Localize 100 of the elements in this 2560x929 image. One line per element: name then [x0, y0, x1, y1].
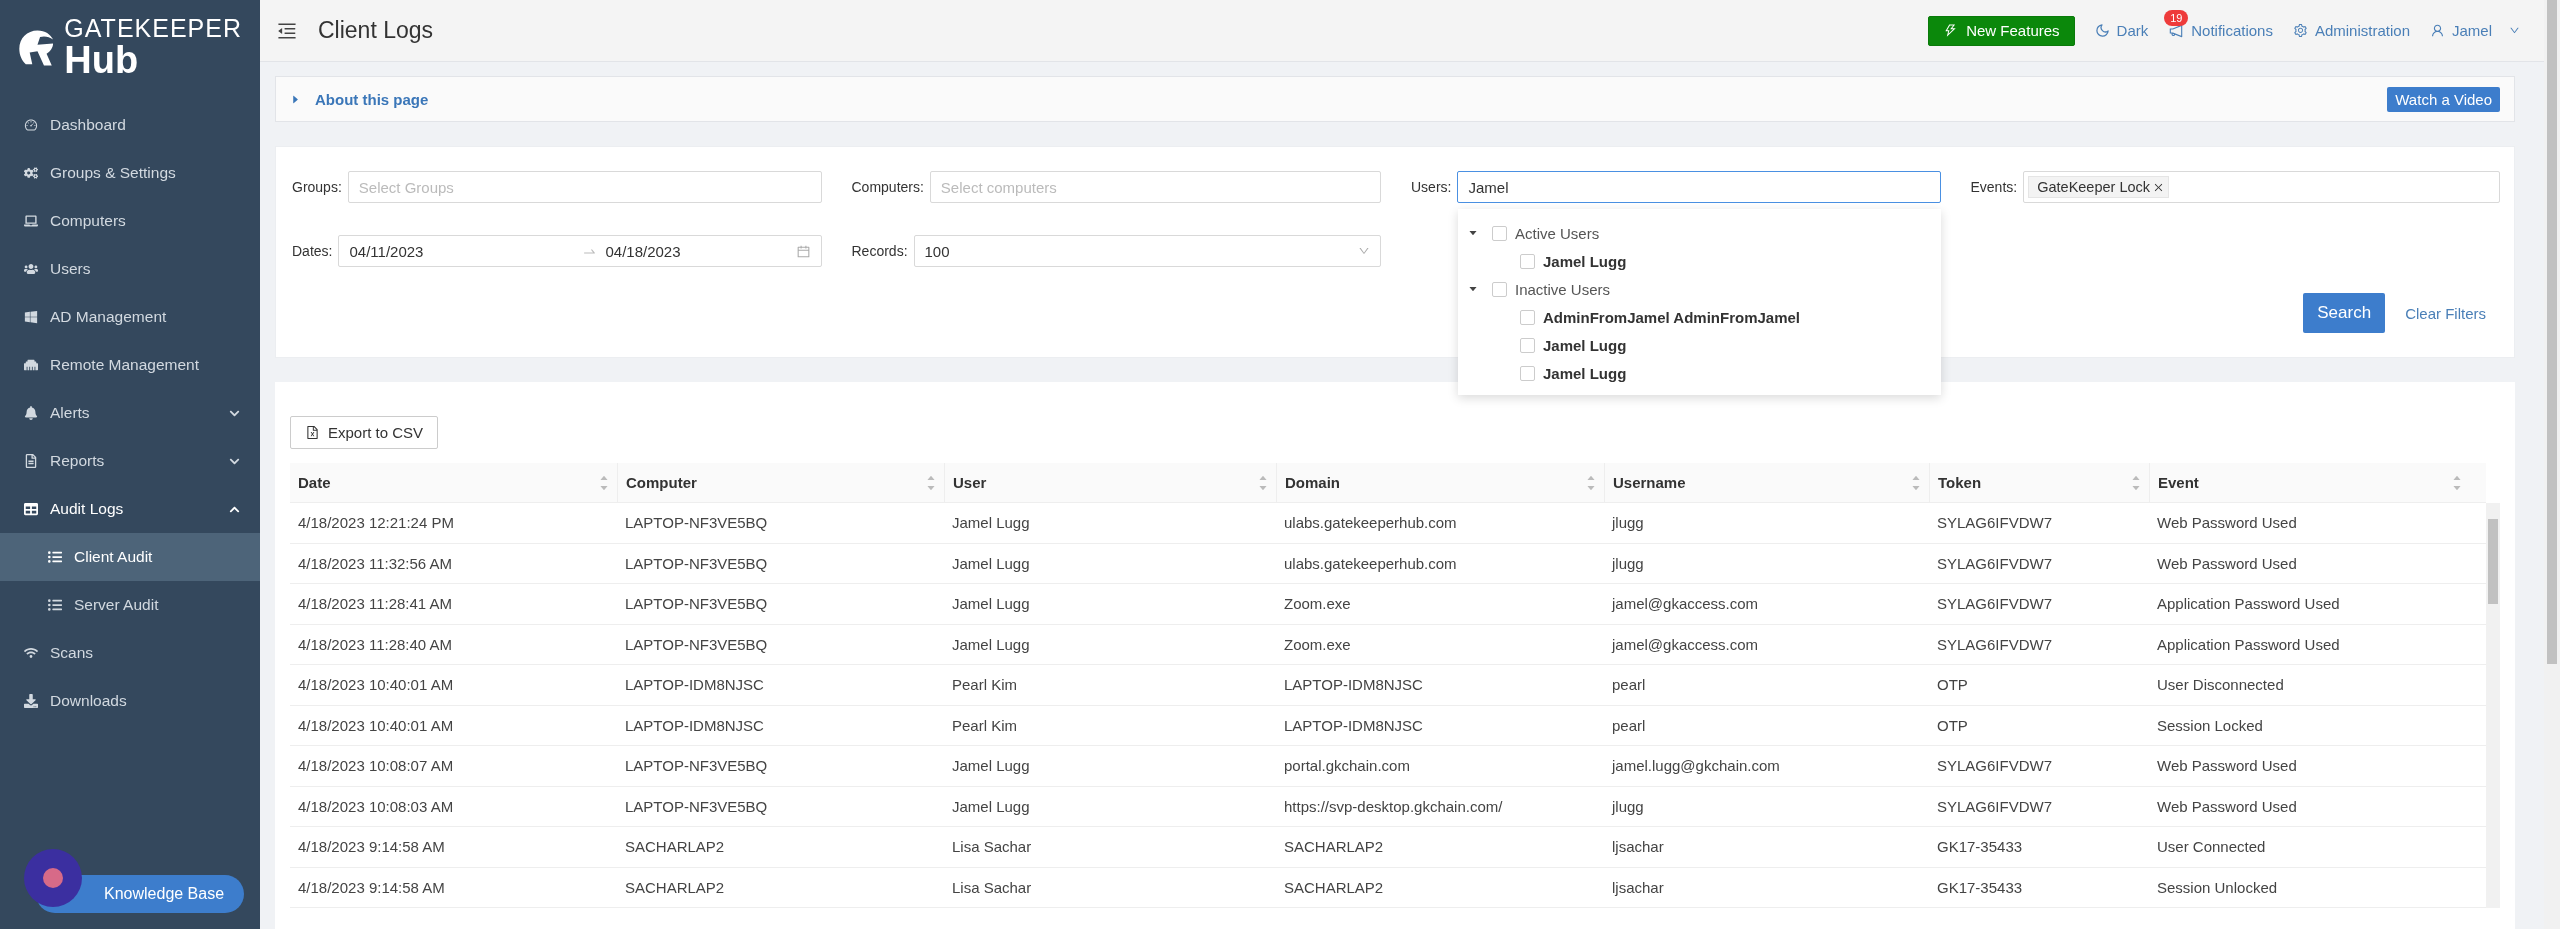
user-search-field[interactable]: Jamel — [1457, 171, 1941, 203]
sidebar-item[interactable]: Remote Management — [0, 341, 260, 389]
table-cell: jamel@gkaccess.com — [1604, 584, 1929, 625]
chevron-icon — [2509, 25, 2520, 36]
column-header[interactable]: Computer — [617, 463, 944, 503]
table-cell: Jamel Lugg — [944, 786, 1276, 827]
caret-icon[interactable] — [1468, 228, 1478, 238]
column-header[interactable]: Token — [1929, 463, 2149, 503]
table-cell: LAPTOP-NF3VE5BQ — [617, 746, 944, 787]
checkbox[interactable] — [1492, 281, 1507, 297]
sidebar-item[interactable]: Alerts — [0, 389, 260, 437]
gears-icon — [24, 166, 38, 180]
field-label: Dates: — [292, 243, 333, 259]
page-scrollbar[interactable] — [2544, 0, 2560, 929]
watch-video-button[interactable]: Watch a Video — [2387, 86, 2500, 112]
table-cell: LAPTOP-NF3VE5BQ — [617, 584, 944, 625]
sidebar-subitem[interactable]: Server Audit — [0, 581, 260, 629]
table-cell: OTP — [1929, 705, 2149, 746]
table-cell: pearl — [1604, 705, 1929, 746]
table-cell: SYLAG6IFVDW7 — [1929, 746, 2149, 787]
checkbox[interactable] — [1520, 309, 1535, 325]
table-icon — [24, 502, 38, 516]
table-cell: GK17-35433 — [1929, 867, 2149, 908]
field-label: Computers: — [851, 179, 924, 195]
events-field[interactable]: GateKeeper Lock — [2023, 171, 2500, 203]
table-cell: ulabs.gatekeeperhub.com — [1276, 503, 1604, 544]
table-cell: Jamel Lugg — [944, 624, 1276, 665]
user-icon — [2430, 23, 2445, 38]
column-header[interactable]: Domain — [1276, 463, 1604, 503]
about-link[interactable]: About this page — [315, 90, 2374, 108]
table-cell: pearl — [1604, 665, 1929, 706]
user-option[interactable]: Jamel Lugg — [1543, 252, 1627, 270]
user-option[interactable]: Jamel Lugg — [1543, 336, 1627, 354]
notifications-link[interactable]: Notifications — [2191, 22, 2273, 39]
column-header[interactable]: Event — [2149, 463, 2486, 503]
clear-filters-link[interactable]: Clear Filters — [2405, 304, 2486, 322]
table-cell: Jamel Lugg — [944, 503, 1276, 544]
table-cell: LAPTOP-IDM8NJSC — [1276, 665, 1604, 706]
field-label: Groups: — [292, 179, 342, 195]
sidebar-subitem[interactable]: Client Audit — [0, 533, 260, 581]
sidebar-item[interactable]: Scans — [0, 629, 260, 677]
event-tag: GateKeeper Lock — [2028, 176, 2170, 198]
sidebar-item[interactable]: Dashboard — [0, 101, 260, 149]
caret-icon — [1358, 245, 1370, 257]
table-cell: LAPTOP-NF3VE5BQ — [617, 503, 944, 544]
file-icon — [305, 425, 320, 440]
table-cell: SACHARLAP2 — [1276, 827, 1604, 868]
table-cell: jamel@gkaccess.com — [1604, 624, 1929, 665]
sidebar-item[interactable]: Users — [0, 245, 260, 293]
user-option[interactable]: Jamel Lugg — [1543, 364, 1627, 382]
logo-text: GATEKEEPER — [64, 16, 242, 41]
user-menu[interactable]: Jamel — [2430, 22, 2520, 39]
table-cell: LAPTOP-IDM8NJSC — [617, 705, 944, 746]
table-cell: ulabs.gatekeeperhub.com — [1276, 543, 1604, 584]
column-header[interactable]: Username — [1604, 463, 1929, 503]
checkbox[interactable] — [1520, 337, 1535, 353]
list-icon — [48, 598, 62, 612]
sidebar-item[interactable]: Reports — [0, 437, 260, 485]
option-group-label[interactable]: Inactive Users — [1515, 280, 1611, 298]
field-label: Users: — [1411, 179, 1452, 195]
search-button[interactable]: Search — [2303, 293, 2386, 333]
administration-link[interactable]: Administration — [2292, 22, 2410, 39]
page-title: Client Logs — [318, 17, 435, 44]
column-header[interactable]: User — [944, 463, 1276, 503]
user-option[interactable]: AdminFromJamel AdminFromJamel — [1543, 308, 1800, 326]
table-cell: LAPTOP-IDM8NJSC — [617, 665, 944, 706]
sidebar-item[interactable]: AD Management — [0, 293, 260, 341]
table-scrollbar[interactable] — [2486, 503, 2500, 908]
checkbox[interactable] — [1520, 365, 1535, 381]
close-icon[interactable] — [2153, 181, 2165, 193]
sidebar-item[interactable]: Audit Logs — [0, 485, 260, 533]
sidebar-item[interactable]: Downloads — [0, 677, 260, 725]
sidebar-item[interactable]: Groups & Settings — [0, 149, 260, 197]
calendar-icon — [795, 243, 811, 259]
checkbox[interactable] — [1492, 225, 1507, 241]
table-cell: SYLAG6IFVDW7 — [1929, 503, 2149, 544]
document-icon — [24, 454, 38, 468]
table-cell: OTP — [1929, 665, 2149, 706]
records-select[interactable]: 100 — [913, 235, 1381, 267]
new-features-button[interactable]: New Features — [1928, 15, 2075, 46]
table-cell: 4/18/2023 11:32:56 AM — [290, 543, 617, 584]
table-cell: Pearl Kim — [944, 705, 1276, 746]
table-cell: 4/18/2023 10:08:07 AM — [290, 746, 617, 787]
table-cell: Zoom.exe — [1276, 584, 1604, 625]
sidebar-item[interactable]: Computers — [0, 197, 260, 245]
ethernet-icon — [24, 358, 38, 372]
table-cell: 4/18/2023 10:40:01 AM — [290, 665, 617, 706]
table-cell: jlugg — [1604, 786, 1929, 827]
column-header[interactable]: Date — [290, 463, 617, 503]
date-range-field[interactable]: 04/11/2023 04/18/2023 — [338, 235, 822, 267]
caret-icon[interactable] — [290, 93, 301, 105]
table-cell: Pearl Kim — [944, 665, 1276, 706]
checkbox[interactable] — [1520, 253, 1535, 269]
caret-icon[interactable] — [1468, 284, 1478, 294]
dashboard-icon — [24, 118, 38, 132]
table-cell: SACHARLAP2 — [617, 827, 944, 868]
theme-toggle[interactable]: Dark — [2094, 22, 2149, 39]
export-button[interactable]: Export to CSV — [290, 416, 439, 449]
table-cell: 4/18/2023 11:28:40 AM — [290, 624, 617, 665]
option-group-label[interactable]: Active Users — [1515, 224, 1600, 242]
